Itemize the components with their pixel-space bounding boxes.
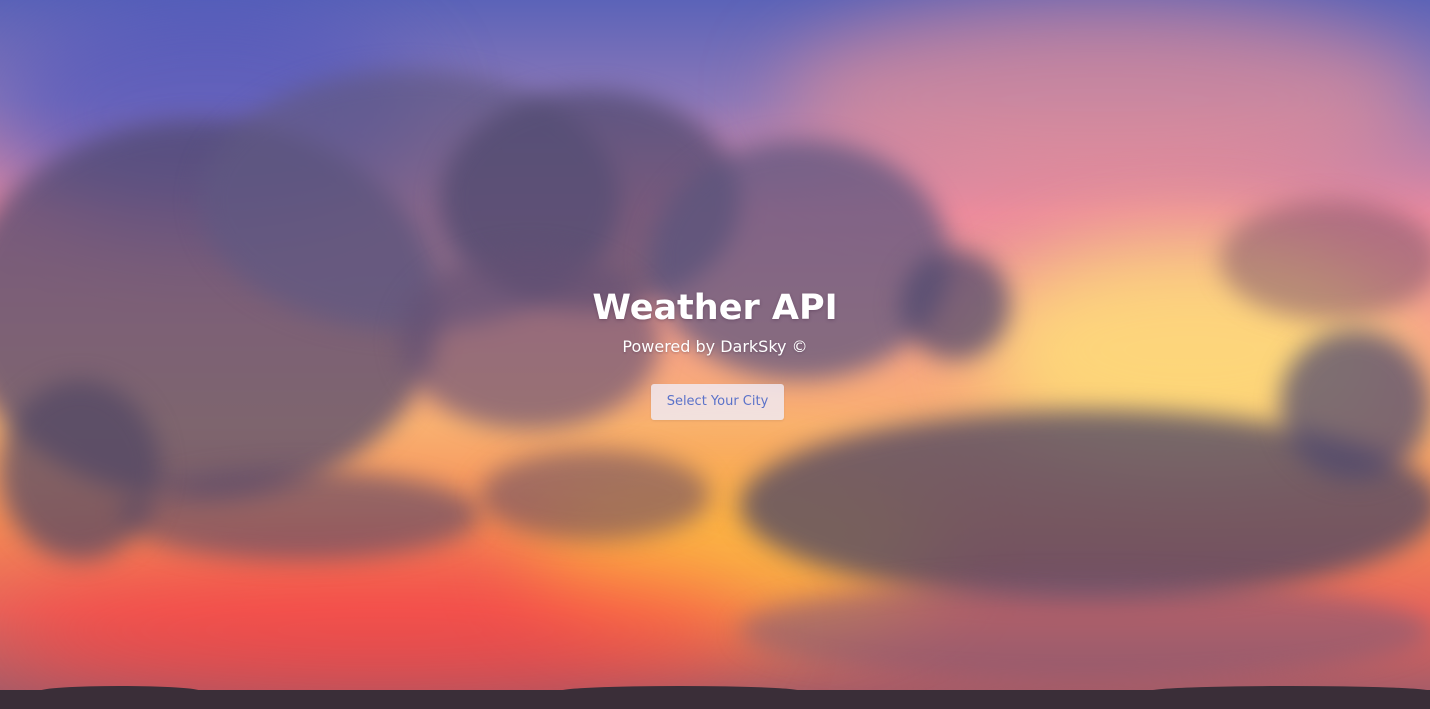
- select-city-button[interactable]: Select Your City: [651, 384, 784, 420]
- hero-section: Weather API Powered by DarkSky © Select …: [0, 0, 1430, 709]
- powered-by-subtitle: Powered by DarkSky ©: [622, 337, 808, 356]
- page-title: Weather API: [592, 288, 838, 328]
